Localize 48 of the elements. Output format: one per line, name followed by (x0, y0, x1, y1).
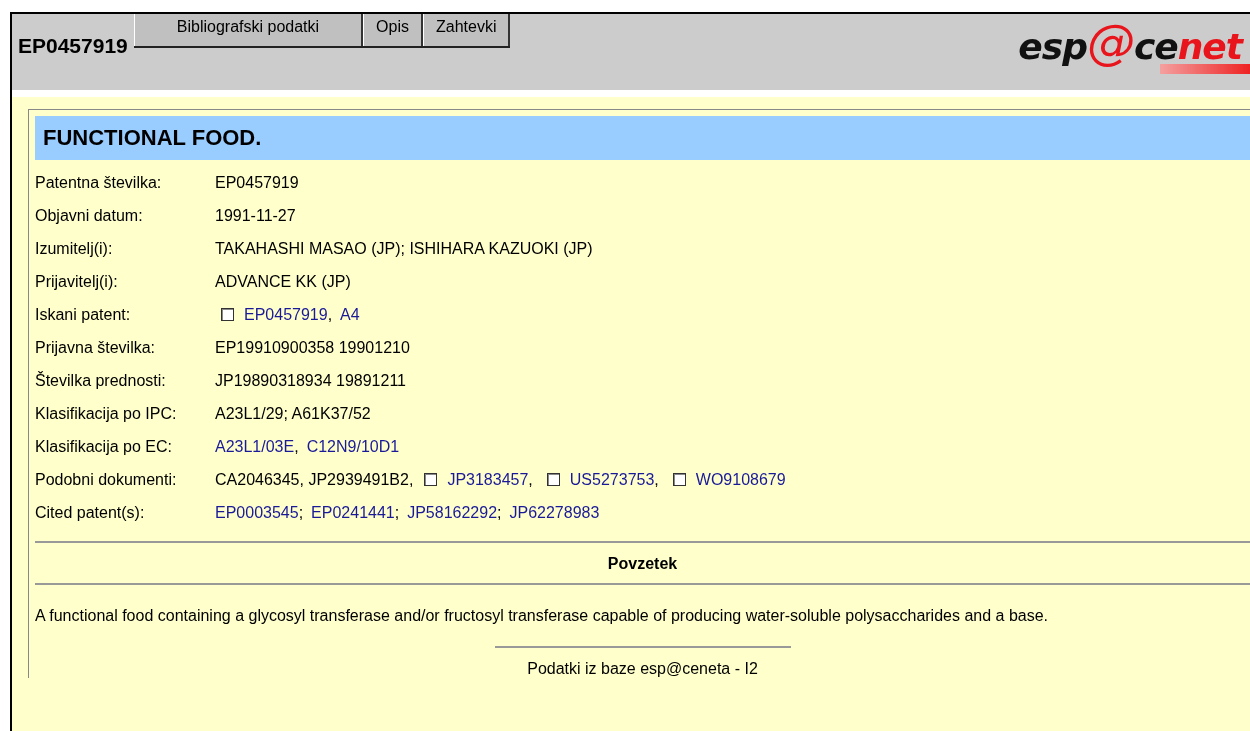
field-label: Izumitelj(i): (35, 239, 114, 259)
field-value: 1991-11-27 (215, 206, 296, 225)
patent-link[interactable]: WO9108679 (695, 470, 786, 489)
patent-link[interactable]: EP0003545 (215, 503, 299, 522)
field-value: JP19890318934 19891211 (215, 371, 406, 390)
field-value: EP19910900358 19901210 (215, 338, 410, 357)
field-label: Cited patent(s): (35, 503, 146, 523)
patent-link[interactable]: JP62278983 (509, 503, 600, 522)
patent-link[interactable]: US5273753 (569, 470, 655, 489)
separator-text: , (294, 437, 299, 456)
field-label: Objavni datum: (35, 206, 144, 226)
tab[interactable]: Opis (363, 14, 423, 46)
tab[interactable]: Bibliografski podatki (133, 14, 364, 46)
checkbox[interactable] (672, 473, 686, 486)
separator-text: ; (298, 503, 304, 522)
field-label: Iskani patent: (35, 305, 132, 325)
separator-text: ; (497, 503, 502, 522)
checkbox[interactable] (424, 473, 438, 486)
checkbox[interactable] (546, 473, 560, 486)
field-label: Klasifikacija po IPC: (35, 404, 178, 424)
patent-link[interactable]: JP3183457 (447, 470, 529, 489)
field-value: TAKAHASHI MASAO (JP); ISHIHARA KAZUOKI (JP) (215, 239, 593, 258)
field-label: Klasifikacija po EC: (35, 437, 173, 457)
field-value: CA2046345, JP2939491B2, (215, 470, 414, 489)
checkbox[interactable] (221, 308, 234, 321)
field-value: EP0457919 (215, 173, 299, 192)
document-title: FUNCTIONAL FOOD. (35, 116, 1250, 160)
footer-text: Podatki iz baze esp@ceneta - I2 (526, 659, 759, 678)
patent-link[interactable]: EP0241441 (311, 503, 395, 522)
field-value: ADVANCE KK (JP) (215, 272, 351, 291)
field-label: Patentna številka: (35, 173, 163, 193)
separator-text: , (327, 305, 333, 324)
separator-text: , (528, 470, 533, 489)
field-label: Prijavna številka: (35, 338, 157, 358)
patent-link[interactable]: A4 (340, 305, 360, 324)
tab[interactable]: Zahtevki (423, 14, 511, 46)
document-number: EP0457919 (17, 33, 129, 58)
field-label: Podobni dokumenti: (35, 470, 178, 490)
patent-link[interactable]: C12N9/10D1 (306, 437, 400, 456)
field-label: Prijavitelj(i): (35, 272, 119, 292)
patent-link[interactable]: A23L1/03E (215, 437, 295, 456)
separator-text: ; (394, 503, 400, 522)
abstract-text: A functional food containing a glycosyl transferase and/or fructosyl transferase capable of producing water-soluble polysaccharides and a base. (35, 606, 1050, 626)
section-heading: Povzetek (606, 554, 679, 574)
separator-text: , (654, 470, 659, 489)
patent-link[interactable]: EP0457919 (244, 305, 328, 324)
field-label: Številka prednosti: (35, 370, 167, 391)
field-value: A23L1/29; A61K37/52 (215, 404, 371, 423)
